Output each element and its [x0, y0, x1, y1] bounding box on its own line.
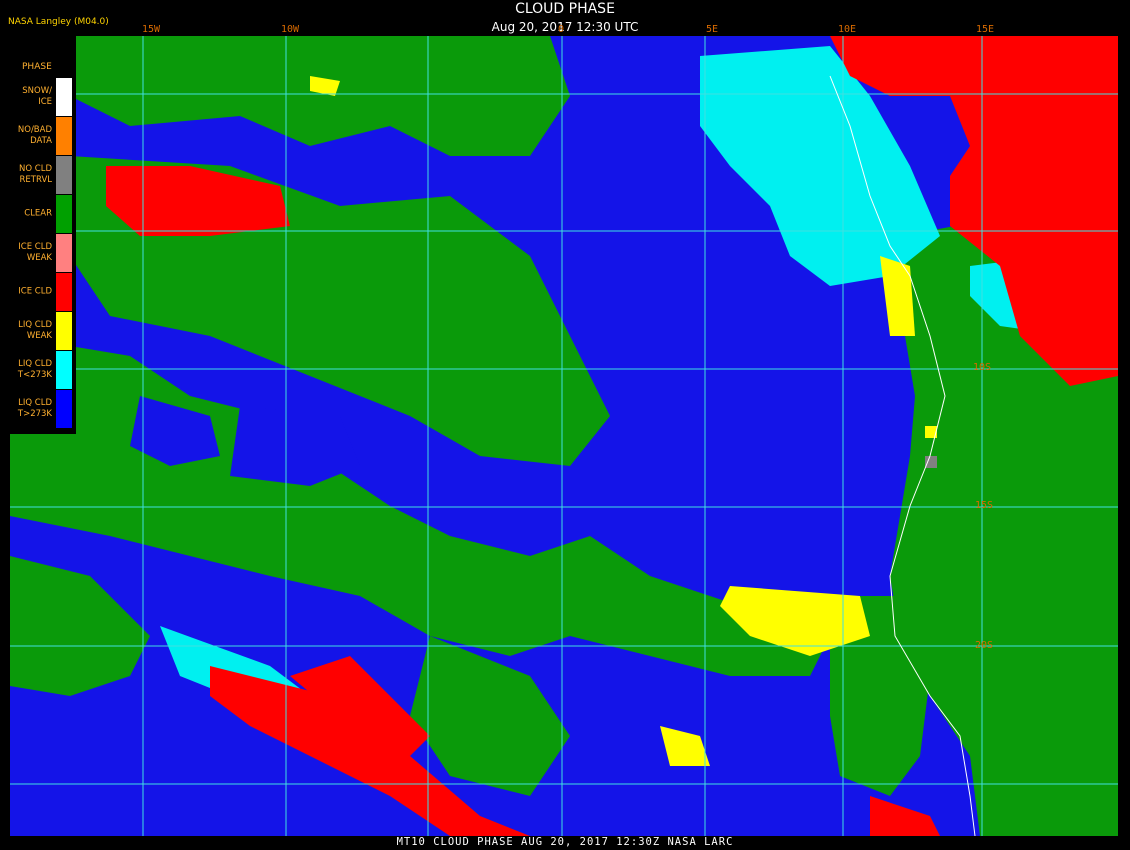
legend-item-clear: CLEAR	[8, 195, 76, 233]
legend-label: NO CLD RETRVL	[19, 164, 52, 185]
legend-swatch	[56, 156, 72, 194]
map-image	[10, 36, 1118, 836]
cloud-phase-map	[10, 36, 1118, 836]
map-title: CLOUD PHASE	[515, 1, 615, 17]
legend-item-liq-cld-weak: LIQ CLD WEAK	[8, 312, 76, 350]
legend-swatch	[56, 117, 72, 155]
legend-swatch	[56, 351, 72, 389]
legend-swatch	[56, 234, 72, 272]
legend-swatch	[56, 195, 72, 233]
lat-label-20s: 20S	[975, 640, 994, 651]
legend-swatch	[56, 273, 72, 311]
lat-label-15s: 15S	[975, 500, 994, 511]
phase-legend: PHASE SNOW/ ICE NO/BAD DATA NO CLD RETRV…	[8, 36, 76, 434]
map-date: Aug 20, 2017 12:30 UTC	[491, 20, 639, 34]
lon-label-10w: 10W	[281, 24, 300, 35]
lon-label-5e: 5E	[706, 24, 719, 35]
legend-item-snow-ice: SNOW/ ICE	[8, 78, 76, 116]
lat-label-10s: 10S	[973, 362, 992, 373]
legend-label: CLEAR	[24, 208, 52, 219]
legend-item-liq-cld-cold: LIQ CLD T<273K	[8, 351, 76, 389]
legend-swatch	[56, 78, 72, 116]
legend-item-no-cld-retrvl: NO CLD RETRVL	[8, 156, 76, 194]
legend-label: LIQ CLD T>273K	[17, 398, 52, 419]
credit-label: NASA Langley (M04.0)	[8, 17, 109, 27]
lon-label-15e: 15E	[976, 24, 995, 35]
legend-item-ice-cld: ICE CLD	[8, 273, 76, 311]
legend-item-ice-cld-weak: ICE CLD WEAK	[8, 234, 76, 272]
footer-caption: MT10 CLOUD PHASE AUG 20, 2017 12:30Z NAS…	[396, 836, 734, 848]
legend-label: SNOW/ ICE	[22, 86, 52, 107]
lon-label-15w: 15W	[142, 24, 161, 35]
legend-label: ICE CLD	[18, 286, 52, 297]
legend-label: LIQ CLD WEAK	[18, 320, 52, 341]
legend-swatch	[56, 312, 72, 350]
legend-item-no-bad-data: NO/BAD DATA	[8, 117, 76, 155]
legend-label: LIQ CLD T<273K	[17, 359, 52, 380]
lon-label-10e: 10E	[838, 24, 857, 35]
legend-title: PHASE	[22, 62, 52, 72]
legend-swatch	[56, 390, 72, 428]
lon-label-0: 0	[558, 24, 565, 35]
legend-label: NO/BAD DATA	[17, 125, 52, 146]
legend-label: ICE CLD WEAK	[18, 242, 52, 263]
legend-item-liq-cld-warm: LIQ CLD T>273K	[8, 390, 76, 428]
